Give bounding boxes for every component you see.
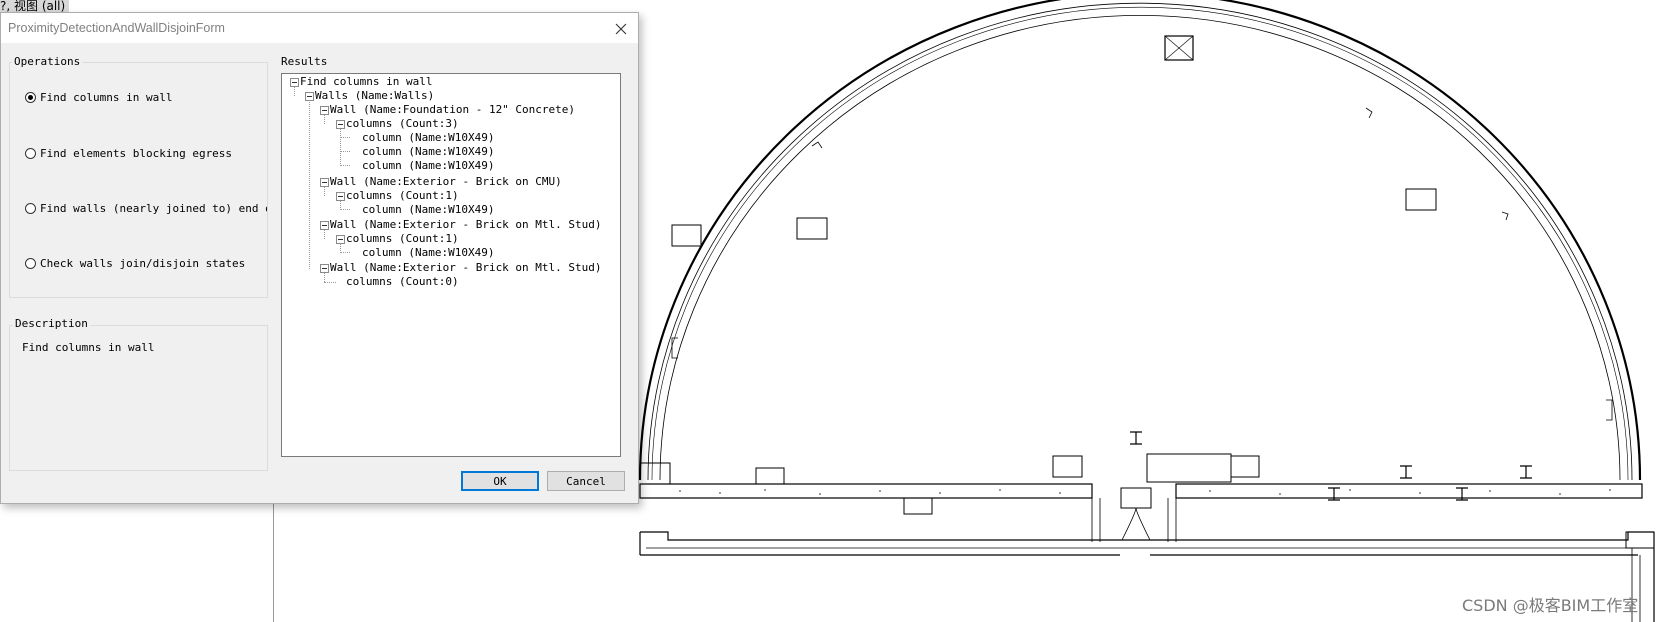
tree-node-column[interactable]: column (Name:W10X49) — [362, 203, 494, 217]
dialog-title: ProximityDetectionAndWallDisjoinForm — [8, 21, 225, 35]
close-icon — [615, 23, 627, 35]
collapse-icon[interactable] — [305, 92, 314, 101]
collapse-icon[interactable] — [336, 120, 345, 129]
description-text: Find columns in wall — [22, 341, 155, 354]
description-label: Description — [13, 317, 90, 330]
radio-icon[interactable] — [25, 148, 36, 159]
tree-node-root[interactable]: Find columns in wall — [300, 75, 432, 89]
operations-label: Operations — [12, 55, 83, 68]
tree-node-columns[interactable]: columns (Count:1) — [346, 189, 459, 203]
tree-node-column[interactable]: column (Name:W10X49) — [362, 131, 494, 145]
tree-node-wall[interactable]: Wall (Name:Exterior - Brick on Mtl. Stud… — [330, 218, 602, 232]
radio-icon[interactable] — [25, 203, 36, 214]
tree-node-columns[interactable]: columns (Count:1) — [346, 232, 459, 246]
tree-node-columns[interactable]: columns (Count:0) — [346, 275, 459, 289]
collapse-icon[interactable] — [320, 106, 329, 115]
tree-node-wall[interactable]: Wall (Name:Exterior - Brick on CMU) — [330, 175, 562, 189]
csdn-watermark: CSDN @极客BIM工作室 — [1462, 596, 1639, 615]
proximity-detection-dialog: ProximityDetectionAndWallDisjoinForm Ope… — [0, 12, 639, 504]
tree-node-wall[interactable]: Wall (Name:Foundation - 12" Concrete) — [330, 103, 575, 117]
tree-node-walls[interactable]: Walls (Name:Walls) — [315, 89, 434, 103]
collapse-icon[interactable] — [290, 78, 299, 87]
results-tree[interactable]: Find columns in wall Walls (Name:Walls) … — [281, 73, 621, 457]
tree-node-columns[interactable]: columns (Count:3) — [346, 117, 459, 131]
ok-button[interactable]: OK — [461, 471, 539, 491]
collapse-icon[interactable] — [320, 221, 329, 230]
collapse-icon[interactable] — [336, 192, 345, 201]
results-label: Results — [281, 55, 328, 68]
tree-node-column[interactable]: column (Name:W10X49) — [362, 159, 494, 173]
collapse-icon[interactable] — [336, 235, 345, 244]
option-find-walls-nearly-joined[interactable]: Find walls (nearly joined to) end of — [25, 201, 267, 217]
radio-icon[interactable] — [25, 258, 36, 269]
tree-node-column[interactable]: column (Name:W10X49) — [362, 145, 494, 159]
dialog-titlebar[interactable]: ProximityDetectionAndWallDisjoinForm — [1, 13, 638, 43]
collapse-icon[interactable] — [320, 264, 329, 273]
tree-node-column[interactable]: column (Name:W10X49) — [362, 246, 494, 260]
tree-node-wall[interactable]: Wall (Name:Exterior - Brick on Mtl. Stud… — [330, 261, 602, 275]
close-button[interactable] — [607, 19, 635, 39]
radio-selected-icon[interactable] — [25, 92, 36, 103]
cancel-button[interactable]: Cancel — [547, 471, 625, 491]
collapse-icon[interactable] — [320, 178, 329, 187]
